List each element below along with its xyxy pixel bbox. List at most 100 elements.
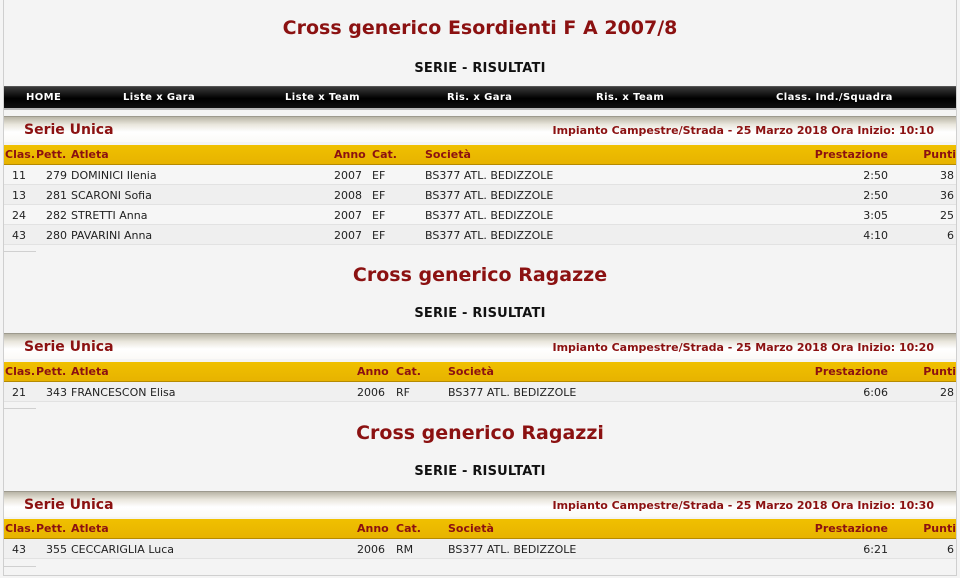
- cell-pett: 279: [46, 169, 67, 182]
- cell-societa: BS377 ATL. BEDIZZOLE: [425, 229, 554, 242]
- col-prestazione: Prestazione: [814, 148, 888, 161]
- cell-clas: 24: [12, 209, 26, 222]
- col-clas: Clas.: [5, 148, 35, 161]
- cell-societa: BS377 ATL. BEDIZZOLE: [425, 189, 554, 202]
- cell-pett: 355: [46, 543, 67, 556]
- cell-atleta: CECCARIGLIA Luca: [71, 543, 175, 556]
- col-pett: Pett.: [36, 148, 67, 161]
- cell-societa: BS377 ATL. BEDIZZOLE: [448, 386, 577, 399]
- serie-info: Impianto Campestre/Strada - 25 Marzo 201…: [552, 341, 934, 354]
- table-row: 43 280 PAVARINI Anna 2007 EF BS377 ATL. …: [4, 225, 956, 245]
- col-atleta: Atleta: [71, 365, 109, 378]
- col-atleta: Atleta: [71, 148, 109, 161]
- cell-clas: 21: [12, 386, 26, 399]
- cell-anno: 2007: [334, 209, 362, 222]
- col-punti: Punti: [923, 148, 956, 161]
- cell-cat: EF: [372, 209, 386, 222]
- nav-liste-team[interactable]: Liste x Team: [285, 87, 360, 109]
- section-subtitle: SERIE - RISULTATI: [414, 464, 546, 479]
- col-punti: Punti: [923, 522, 956, 535]
- table-footer-line: [4, 251, 36, 252]
- cell-cat: RF: [396, 386, 410, 399]
- results-table-header: Clas. Pett. Atleta Anno Cat. Società Pre…: [4, 519, 956, 539]
- cell-anno: 2007: [334, 169, 362, 182]
- results-table-header: Clas. Pett. Atleta Anno Cat. Società Pre…: [4, 362, 956, 382]
- cell-cat: RM: [396, 543, 414, 556]
- cell-prestazione: 3:05: [863, 209, 888, 222]
- table-row: 11 279 DOMINICI Ilenia 2007 EF BS377 ATL…: [4, 165, 956, 185]
- col-anno: Anno: [357, 522, 389, 535]
- cell-prestazione: 6:21: [863, 543, 888, 556]
- col-anno: Anno: [357, 365, 389, 378]
- nav-liste-gara[interactable]: Liste x Gara: [123, 87, 195, 109]
- cell-punti: 38: [940, 169, 954, 182]
- col-prestazione: Prestazione: [814, 365, 888, 378]
- col-atleta: Atleta: [71, 522, 109, 535]
- cell-anno: 2006: [357, 543, 385, 556]
- cell-prestazione: 6:06: [863, 386, 888, 399]
- cell-punti: 36: [940, 189, 954, 202]
- table-footer-line: [4, 408, 36, 409]
- serie-name: Serie Unica: [24, 122, 114, 138]
- cell-cat: EF: [372, 169, 386, 182]
- cell-clas: 43: [12, 229, 26, 242]
- section-subtitle: SERIE - RISULTATI: [414, 306, 546, 321]
- col-societa: Società: [448, 522, 494, 535]
- serie-header: Serie Unica Impianto Campestre/Strada - …: [4, 116, 956, 142]
- serie-info: Impianto Campestre/Strada - 25 Marzo 201…: [552, 124, 934, 137]
- cell-atleta: STRETTI Anna: [71, 209, 148, 222]
- table-row: 43 355 CECCARIGLIA Luca 2006 RM BS377 AT…: [4, 539, 956, 559]
- cell-atleta: PAVARINI Anna: [71, 229, 153, 242]
- cell-anno: 2006: [357, 386, 385, 399]
- col-anno: Anno: [334, 148, 366, 161]
- table-row: 24 282 STRETTI Anna 2007 EF BS377 ATL. B…: [4, 205, 956, 225]
- cell-atleta: FRANCESCON Elisa: [71, 386, 176, 399]
- table-row: 13 281 SCARONI Sofia 2008 EF BS377 ATL. …: [4, 185, 956, 205]
- nav-ris-team[interactable]: Ris. x Team: [596, 87, 664, 109]
- cell-punti: 25: [940, 209, 954, 222]
- cell-anno: 2008: [334, 189, 362, 202]
- cell-prestazione: 2:50: [863, 169, 888, 182]
- cell-atleta: DOMINICI Ilenia: [71, 169, 157, 182]
- col-pett: Pett.: [36, 365, 67, 378]
- section-title: Cross generico Ragazze: [352, 264, 608, 286]
- cell-pett: 282: [46, 209, 67, 222]
- serie-info: Impianto Campestre/Strada - 25 Marzo 201…: [552, 499, 934, 512]
- cell-societa: BS377 ATL. BEDIZZOLE: [425, 169, 554, 182]
- cell-cat: EF: [372, 229, 386, 242]
- serie-name: Serie Unica: [24, 497, 114, 513]
- results-table-header: Clas. Pett. Atleta Anno Cat. Società Pre…: [4, 145, 956, 165]
- nav-ris-gara[interactable]: Ris. x Gara: [447, 87, 512, 109]
- col-prestazione: Prestazione: [814, 522, 888, 535]
- cell-cat: EF: [372, 189, 386, 202]
- cell-pett: 343: [46, 386, 67, 399]
- cell-punti: 6: [947, 543, 954, 556]
- main-nav: HOME Liste x Gara Liste x Team Ris. x Ga…: [4, 86, 956, 110]
- col-societa: Società: [425, 148, 471, 161]
- cell-anno: 2007: [334, 229, 362, 242]
- serie-header: Serie Unica Impianto Campestre/Strada - …: [4, 333, 956, 359]
- cell-clas: 43: [12, 543, 26, 556]
- cell-societa: BS377 ATL. BEDIZZOLE: [448, 543, 577, 556]
- col-cat: Cat.: [372, 148, 397, 161]
- col-punti: Punti: [923, 365, 956, 378]
- nav-home[interactable]: HOME: [26, 87, 61, 109]
- cell-clas: 11: [12, 169, 26, 182]
- table-row: 21 343 FRANCESCON Elisa 2006 RF BS377 AT…: [4, 382, 956, 402]
- nav-class-squadra[interactable]: Class. Ind./Squadra: [776, 87, 893, 109]
- col-cat: Cat.: [396, 365, 421, 378]
- col-cat: Cat.: [396, 522, 421, 535]
- cell-prestazione: 2:50: [863, 189, 888, 202]
- cell-atleta: SCARONI Sofia: [71, 189, 152, 202]
- cell-clas: 13: [12, 189, 26, 202]
- cell-punti: 28: [940, 386, 954, 399]
- col-clas: Clas.: [5, 365, 35, 378]
- section-title: Cross generico Esordienti F A 2007/8: [282, 17, 678, 39]
- serie-name: Serie Unica: [24, 339, 114, 355]
- col-pett: Pett.: [36, 522, 67, 535]
- section-subtitle: SERIE - RISULTATI: [414, 61, 546, 76]
- cell-pett: 281: [46, 189, 67, 202]
- cell-prestazione: 4:10: [863, 229, 888, 242]
- col-societa: Società: [448, 365, 494, 378]
- serie-header: Serie Unica Impianto Campestre/Strada - …: [4, 491, 956, 517]
